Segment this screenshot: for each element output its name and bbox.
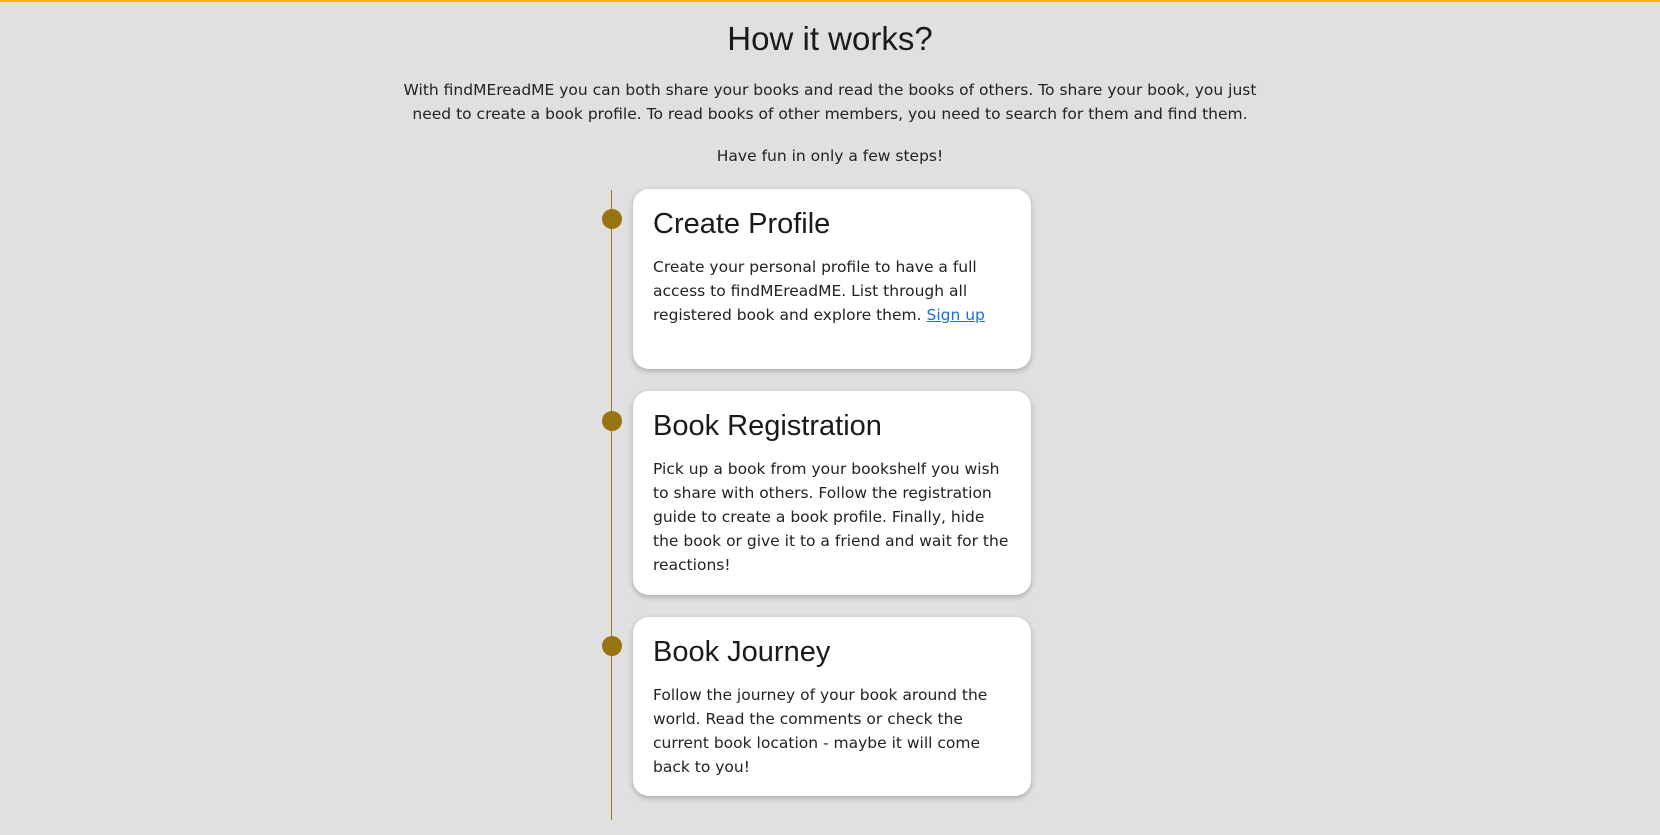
sign-up-link[interactable]: Sign up bbox=[927, 306, 985, 324]
timeline-dot-create-profile bbox=[602, 209, 622, 229]
intro-text: With findMEreadME you can both share you… bbox=[403, 81, 1257, 123]
step-card-book-journey: Book Journey Follow the journey of your … bbox=[633, 617, 1031, 796]
page-title: How it works? bbox=[727, 20, 933, 57]
step-title: Book Registration bbox=[653, 410, 882, 442]
step-title: Book Journey bbox=[653, 636, 831, 668]
step-description: Pick up a book from your bookshelf you w… bbox=[653, 460, 1009, 574]
top-accent-bar bbox=[0, 0, 1660, 2]
step-description: Create your personal profile to have a f… bbox=[653, 255, 1011, 327]
step-card-book-registration: Book Registration Pick up a book from yo… bbox=[633, 391, 1031, 595]
timeline-dot-book-journey bbox=[602, 636, 622, 656]
timeline-dot-book-registration bbox=[602, 411, 622, 431]
step-title: Create Profile bbox=[653, 208, 831, 240]
step-card-create-profile: Create Profile Create your personal prof… bbox=[633, 189, 1031, 369]
subtitle-text: Have fun in only a few steps! bbox=[716, 147, 944, 165]
step-description: Follow the journey of your book around t… bbox=[653, 686, 988, 776]
timeline-line bbox=[611, 190, 612, 820]
